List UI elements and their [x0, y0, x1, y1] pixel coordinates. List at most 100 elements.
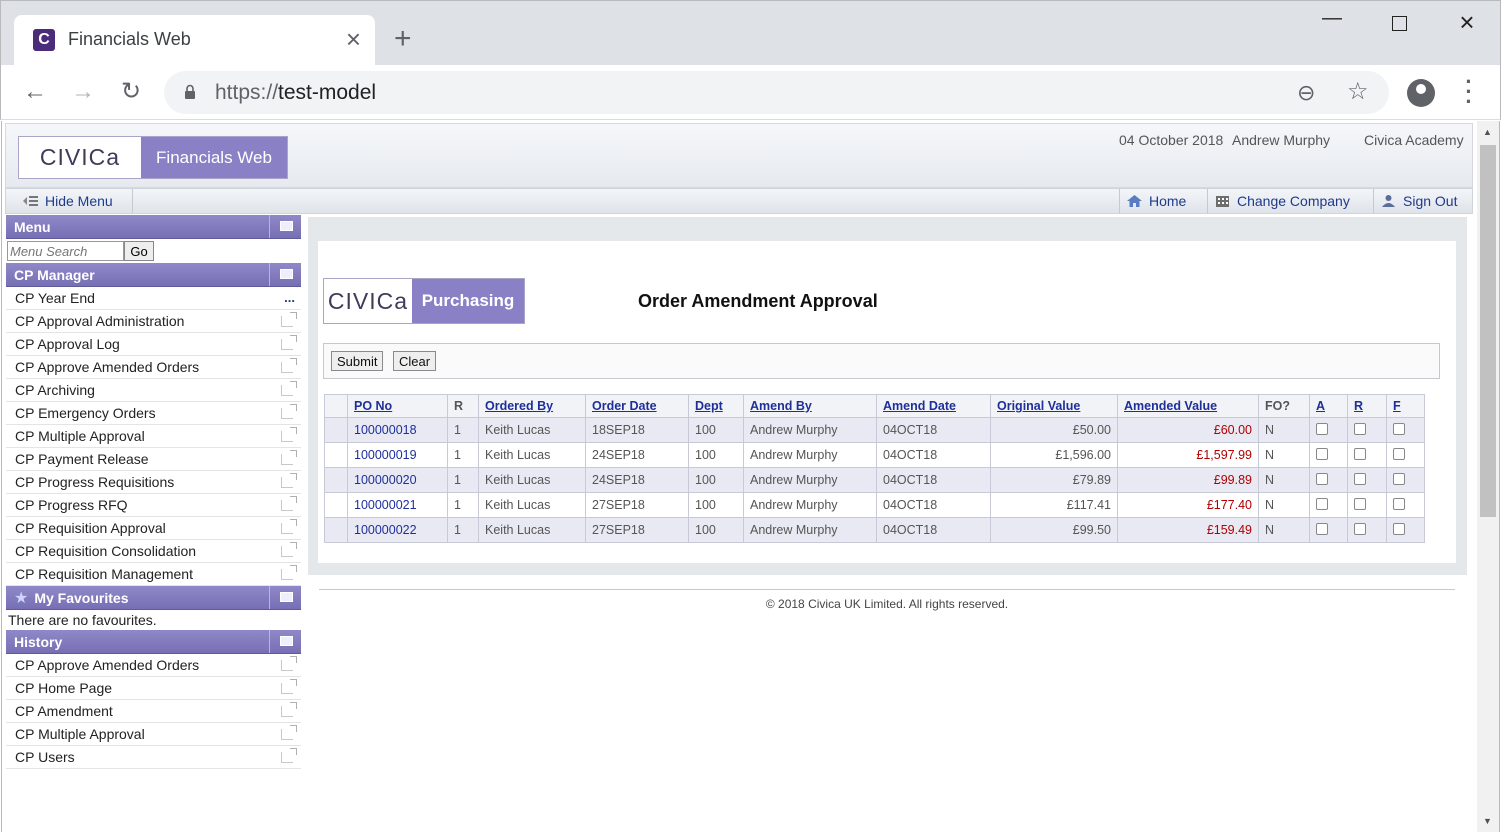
favourites-panel-toggle-icon[interactable]	[269, 586, 301, 609]
open-external-icon[interactable]	[281, 656, 297, 671]
browser-tab[interactable]: C Financials Web ×	[14, 15, 375, 66]
history-item[interactable]: CP Approve Amended Orders	[6, 654, 301, 677]
sidebar-item-cp-year-end[interactable]: CP Year End...	[6, 287, 301, 310]
scroll-down-arrow-icon[interactable]: ▼	[1483, 816, 1492, 826]
history-item[interactable]: CP Multiple Approval	[6, 723, 301, 746]
column-header-reject[interactable]: R	[1347, 394, 1387, 418]
po-number-link[interactable]: 100000021	[347, 492, 448, 518]
reject-checkbox[interactable]	[1354, 448, 1366, 460]
menu-panel-toggle-icon[interactable]	[269, 215, 301, 238]
financials-web-logo[interactable]: CIVICa Financials Web	[18, 136, 288, 179]
f-checkbox[interactable]	[1393, 498, 1405, 510]
po-number-link[interactable]: 100000019	[347, 442, 448, 468]
menu-search-go-button[interactable]: Go	[124, 241, 154, 261]
reload-icon[interactable]: ↻	[116, 78, 146, 106]
forward-arrow-icon[interactable]: →	[68, 78, 98, 106]
clear-button[interactable]: Clear	[393, 351, 437, 371]
f-checkbox[interactable]	[1393, 523, 1405, 535]
column-header-approve[interactable]: A	[1309, 394, 1348, 418]
zoom-out-icon[interactable]: ⊖	[1297, 80, 1315, 106]
open-external-icon[interactable]	[281, 312, 297, 327]
sidebar-item-cp-progress-rfq[interactable]: CP Progress RFQ	[6, 494, 301, 517]
f-checkbox[interactable]	[1393, 423, 1405, 435]
po-number-link[interactable]: 100000022	[347, 517, 448, 543]
menu-search-input[interactable]	[7, 241, 124, 261]
sidebar-item-cp-requisition-approval[interactable]: CP Requisition Approval	[6, 517, 301, 540]
reject-checkbox[interactable]	[1354, 473, 1366, 485]
address-bar[interactable]: https://test-model ⊖ ☆	[164, 71, 1389, 114]
open-external-icon[interactable]	[281, 473, 297, 488]
approve-checkbox[interactable]	[1316, 473, 1328, 485]
sidebar-item-cp-requisition-consolidation[interactable]: CP Requisition Consolidation	[6, 540, 301, 563]
column-header-original-value[interactable]: Original Value	[990, 394, 1118, 418]
approve-checkbox[interactable]	[1316, 498, 1328, 510]
column-header-po-no[interactable]: PO No	[347, 394, 448, 418]
row-selector[interactable]	[324, 492, 348, 518]
vertical-scrollbar[interactable]: ▲ ▼	[1477, 121, 1499, 832]
open-external-icon[interactable]	[281, 381, 297, 396]
column-header-amend-date[interactable]: Amend Date	[876, 394, 991, 418]
browser-menu-icon[interactable]: · · ·	[1457, 71, 1481, 113]
home-button[interactable]: Home	[1119, 189, 1192, 213]
reject-checkbox[interactable]	[1354, 498, 1366, 510]
column-header-amended-value[interactable]: Amended Value	[1117, 394, 1259, 418]
f-checkbox[interactable]	[1393, 473, 1405, 485]
f-checkbox[interactable]	[1393, 448, 1405, 460]
tab-close-icon[interactable]: ×	[346, 25, 361, 53]
approve-checkbox[interactable]	[1316, 423, 1328, 435]
open-external-icon[interactable]	[281, 725, 297, 740]
open-external-icon[interactable]	[281, 679, 297, 694]
url-text[interactable]: https://test-model	[215, 81, 376, 105]
sidebar-item-cp-approval-log[interactable]: CP Approval Log	[6, 333, 301, 356]
open-external-icon[interactable]	[281, 542, 297, 557]
window-minimize-icon[interactable]: —	[1312, 7, 1352, 30]
column-header-dept[interactable]: Dept	[688, 394, 744, 418]
window-maximize-icon[interactable]	[1379, 9, 1419, 37]
open-external-icon[interactable]	[281, 748, 297, 763]
reject-checkbox[interactable]	[1354, 523, 1366, 535]
history-item[interactable]: CP Amendment	[6, 700, 301, 723]
history-panel-toggle-icon[interactable]	[269, 630, 301, 653]
row-selector[interactable]	[324, 417, 348, 443]
open-external-icon[interactable]	[281, 427, 297, 442]
sidebar-item-cp-payment-release[interactable]: CP Payment Release	[6, 448, 301, 471]
history-item[interactable]: CP Users	[6, 746, 301, 769]
open-external-icon[interactable]	[281, 358, 297, 373]
open-external-icon[interactable]	[281, 519, 297, 534]
row-selector[interactable]	[324, 517, 348, 543]
row-selector[interactable]	[324, 467, 348, 493]
sidebar-item-cp-progress-requisitions[interactable]: CP Progress Requisitions	[6, 471, 301, 494]
scrollbar-thumb[interactable]	[1480, 145, 1496, 517]
sidebar-item-cp-approval-administration[interactable]: CP Approval Administration	[6, 310, 301, 333]
column-header-order-date[interactable]: Order Date	[585, 394, 689, 418]
reject-checkbox[interactable]	[1354, 423, 1366, 435]
sidebar-item-cp-requisition-management[interactable]: CP Requisition Management	[6, 563, 301, 586]
open-external-icon[interactable]	[281, 335, 297, 350]
window-close-icon[interactable]: ×	[1447, 7, 1487, 38]
column-header-ordered-by[interactable]: Ordered By	[478, 394, 586, 418]
open-external-icon[interactable]	[281, 565, 297, 580]
po-number-link[interactable]: 100000018	[347, 417, 448, 443]
open-external-icon[interactable]	[281, 404, 297, 419]
open-external-icon[interactable]	[281, 496, 297, 511]
cp-manager-panel-toggle-icon[interactable]	[269, 263, 301, 286]
profile-avatar-icon[interactable]	[1407, 79, 1435, 107]
hide-menu-button[interactable]: Hide Menu	[16, 189, 133, 213]
submit-button[interactable]: Submit	[331, 351, 384, 371]
approve-checkbox[interactable]	[1316, 523, 1328, 535]
change-company-button[interactable]: Change Company	[1207, 189, 1356, 213]
new-tab-icon[interactable]: +	[394, 21, 412, 57]
bookmark-star-icon[interactable]: ☆	[1347, 77, 1369, 106]
sidebar-item-cp-emergency-orders[interactable]: CP Emergency Orders	[6, 402, 301, 425]
sign-out-button[interactable]: Sign Out	[1373, 189, 1463, 213]
open-external-icon[interactable]	[281, 702, 297, 717]
scroll-up-arrow-icon[interactable]: ▲	[1483, 127, 1492, 137]
history-item[interactable]: CP Home Page	[6, 677, 301, 700]
column-header-f[interactable]: F	[1386, 394, 1425, 418]
row-selector[interactable]	[324, 442, 348, 468]
sidebar-item-cp-archiving[interactable]: CP Archiving	[6, 379, 301, 402]
po-number-link[interactable]: 100000020	[347, 467, 448, 493]
sidebar-item-cp-approve-amended-orders[interactable]: CP Approve Amended Orders	[6, 356, 301, 379]
column-header-amend-by[interactable]: Amend By	[743, 394, 877, 418]
approve-checkbox[interactable]	[1316, 448, 1328, 460]
